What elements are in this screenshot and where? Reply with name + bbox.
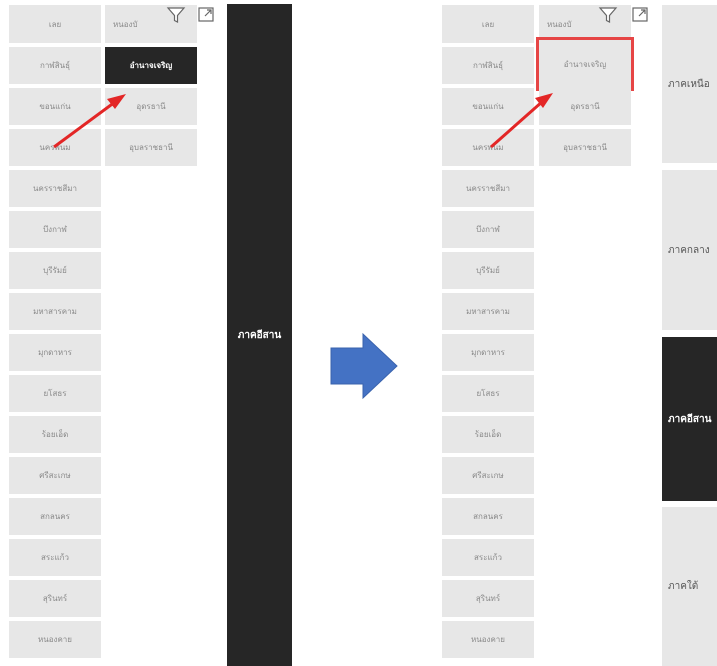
right-tile-yasothon[interactable]: ยโสธร — [442, 375, 534, 412]
right-tile-ubonratchathani[interactable]: อุบลราชธานี — [539, 129, 631, 166]
left-tile-nakhonphanom[interactable]: นครพนม — [9, 129, 101, 166]
right-tile-surin[interactable]: สุรินทร์ — [442, 580, 534, 617]
right-tile-nakhonratchasima[interactable]: นครราชสีมา — [442, 170, 534, 207]
right-tile-udonthani[interactable]: อุดรธานี — [539, 88, 631, 125]
filter-icon[interactable] — [166, 5, 186, 25]
left-tile-nongkhai[interactable]: หนองคาย — [9, 621, 101, 658]
left-tile-ubonratchathani[interactable]: อุบลราชธานี — [105, 129, 197, 166]
transition-arrow-icon — [330, 332, 398, 400]
left-tile-amnatcharoen-selected[interactable]: อำนาจเจริญ — [105, 47, 197, 84]
left-tile-surin[interactable]: สุรินทร์ — [9, 580, 101, 617]
region-tile-central[interactable]: ภาคกลาง — [662, 170, 717, 330]
right-tile-nongkhai[interactable]: หนองคาย — [442, 621, 534, 658]
region-tile-isan-active[interactable]: ภาคอีสาน — [662, 337, 717, 501]
right-tile-nakhonphanom[interactable]: นครพนม — [442, 129, 534, 166]
left-tile-loei[interactable]: เลย — [9, 5, 101, 43]
left-tile-mukdahan[interactable]: มุกดาหาร — [9, 334, 101, 371]
right-tile-kalasin[interactable]: กาฬสินธุ์ — [442, 47, 534, 84]
left-tile-khonkaen[interactable]: ขอนแก่น — [9, 88, 101, 125]
right-tile-loei[interactable]: เลย — [442, 5, 534, 43]
left-tile-kalasin[interactable]: กาฬสินธุ์ — [9, 47, 101, 84]
left-tile-yasothon[interactable]: ยโสธร — [9, 375, 101, 412]
filter-icon[interactable] — [598, 5, 618, 25]
right-tile-khonkaen[interactable]: ขอนแก่น — [442, 88, 534, 125]
right-tile-buengkan[interactable]: บึงกาฬ — [442, 211, 534, 248]
right-tile-mahasarakham[interactable]: มหาสารคาม — [442, 293, 534, 330]
left-tile-mahasarakham[interactable]: มหาสารคาม — [9, 293, 101, 330]
left-tile-sisaket[interactable]: ศรีสะเกษ — [9, 457, 101, 494]
right-tile-mukdahan[interactable]: มุกดาหาร — [442, 334, 534, 371]
left-tile-buengkan[interactable]: บึงกาฬ — [9, 211, 101, 248]
right-tile-sisaket[interactable]: ศรีสะเกษ — [442, 457, 534, 494]
left-tile-nakhonratchasima[interactable]: นครราชสีมา — [9, 170, 101, 207]
focus-mode-icon[interactable] — [631, 6, 651, 26]
right-tile-sakaeo[interactable]: สระแก้ว — [442, 539, 534, 576]
right-tile-buriram[interactable]: บุรีรัมย์ — [442, 252, 534, 289]
right-tile-amnatcharoen-highlighted[interactable]: อำนาจเจริญ — [536, 37, 634, 91]
region-tile-north[interactable]: ภาคเหนือ — [662, 5, 717, 163]
left-tile-sakaeo[interactable]: สระแก้ว — [9, 539, 101, 576]
right-tile-sakonnakhon[interactable]: สกลนคร — [442, 498, 534, 535]
region-bar-isan[interactable]: ภาคอีสาน — [227, 4, 292, 666]
left-tile-roiet[interactable]: ร้อยเอ็ด — [9, 416, 101, 453]
left-tile-udonthani[interactable]: อุดรธานี — [105, 88, 197, 125]
focus-mode-icon[interactable] — [197, 6, 217, 26]
left-tile-sakonnakhon[interactable]: สกลนคร — [9, 498, 101, 535]
region-tile-south[interactable]: ภาคใต้ — [662, 507, 717, 666]
comparison-canvas: เลย กาฬสินธุ์ ขอนแก่น นครพนม นครราชสีมา … — [0, 0, 717, 666]
right-tile-roiet[interactable]: ร้อยเอ็ด — [442, 416, 534, 453]
left-tile-buriram[interactable]: บุรีรัมย์ — [9, 252, 101, 289]
